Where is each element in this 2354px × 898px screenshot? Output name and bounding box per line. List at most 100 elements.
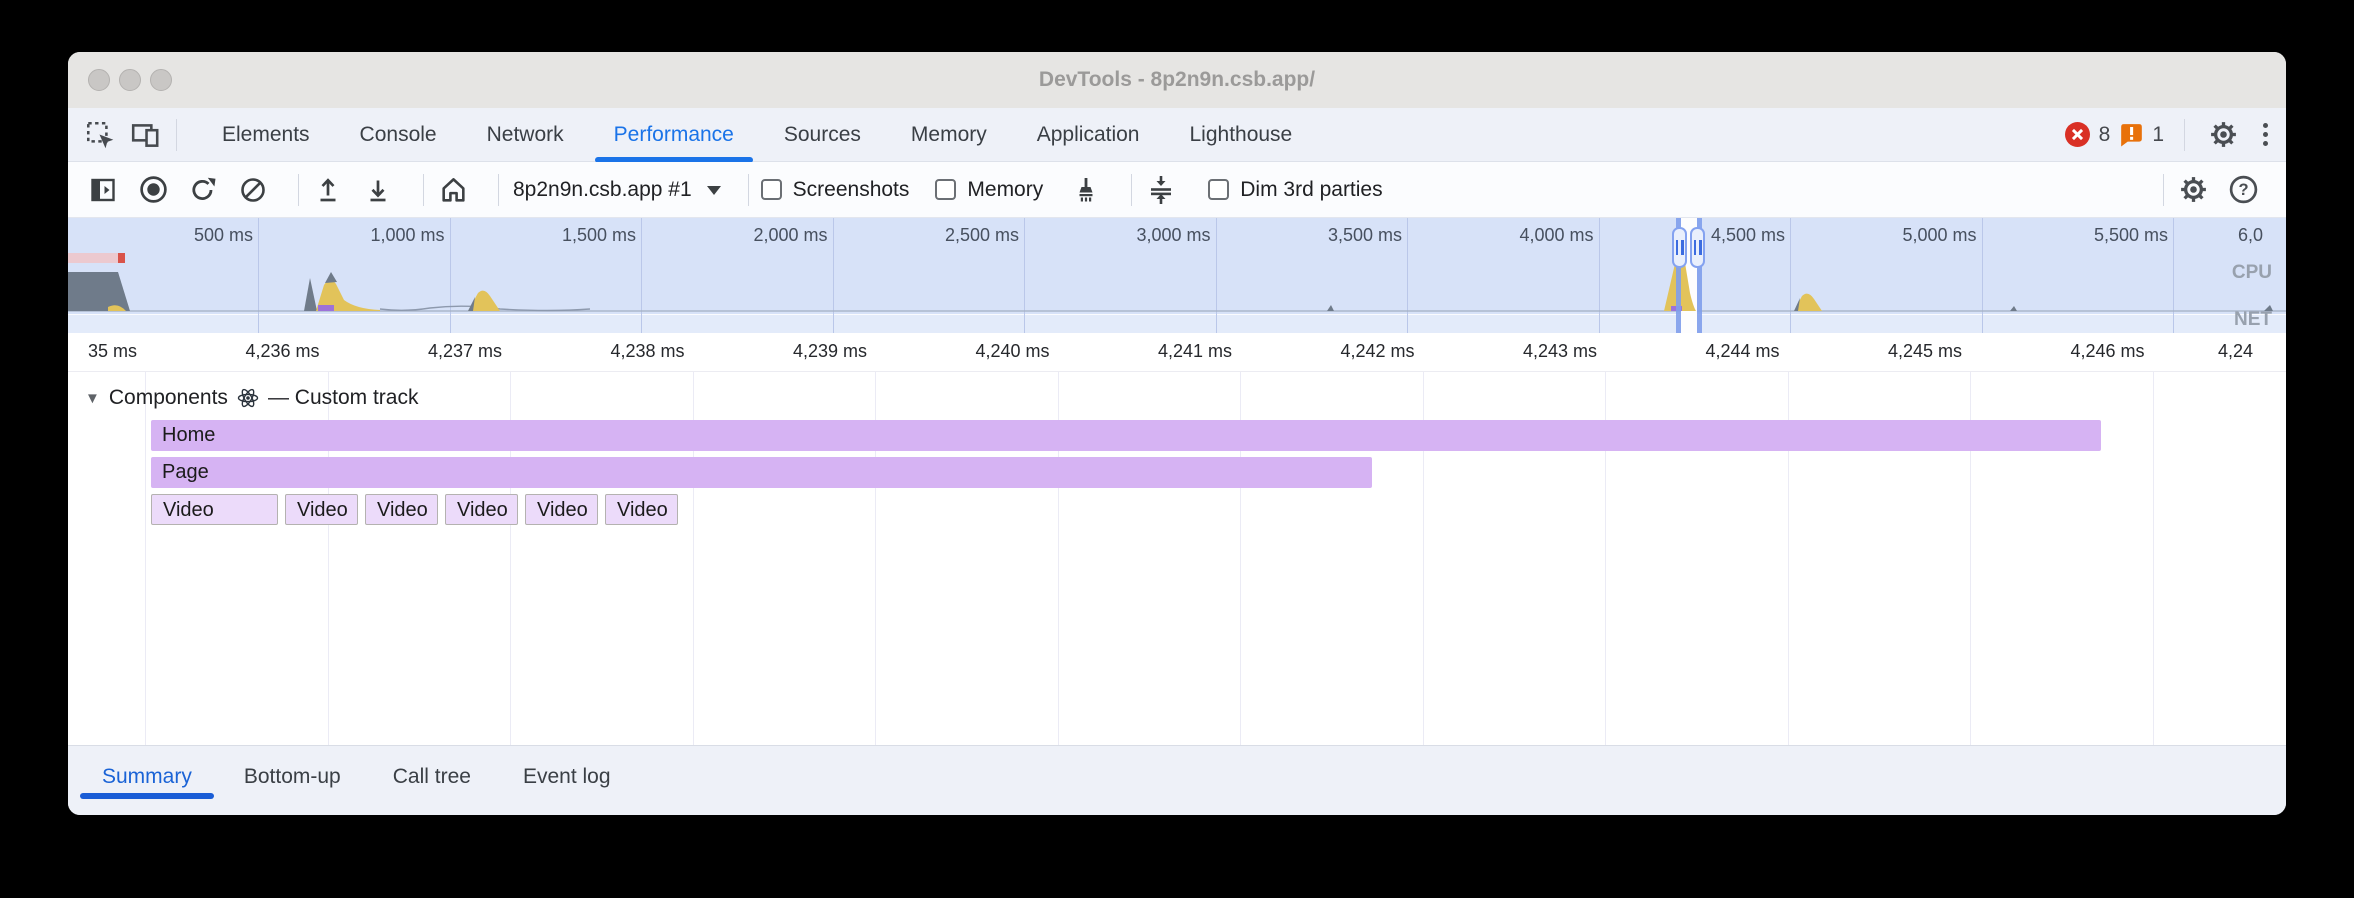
overview-tick-label: 5,500 ms xyxy=(2094,225,2168,246)
settings-gear-icon[interactable] xyxy=(2205,117,2241,153)
overview-gridline xyxy=(450,218,451,333)
divider xyxy=(298,174,299,206)
tab-console[interactable]: Console xyxy=(335,108,462,161)
selection-right-handle[interactable] xyxy=(1690,227,1705,268)
more-options-kebab-icon[interactable] xyxy=(2249,123,2282,146)
overview-gridline xyxy=(1790,218,1791,333)
screenshots-checkbox[interactable] xyxy=(761,179,782,200)
flame-bar[interactable]: Video xyxy=(605,494,678,525)
screenshots-label: Screenshots xyxy=(793,178,910,202)
record-button[interactable] xyxy=(136,173,170,207)
collapse-tracks-icon[interactable] xyxy=(1144,173,1178,207)
ruler-tick-label: 4,243 ms xyxy=(1523,341,1597,362)
target-selector-value: 8p2n9n.csb.app #1 xyxy=(513,178,692,202)
window-title: DevTools - 8p2n9n.csb.app/ xyxy=(68,52,2286,108)
toggle-sidebar-icon[interactable] xyxy=(86,173,120,207)
track-row-page: Page xyxy=(68,457,2286,488)
ruler-tick-label: 35 ms xyxy=(88,341,137,362)
ruler-tick-label: 4,239 ms xyxy=(793,341,867,362)
flame-bar[interactable]: Video xyxy=(445,494,518,525)
overview-tick-label: 3,000 ms xyxy=(1136,225,1210,246)
atom-icon xyxy=(237,387,259,409)
home-icon[interactable] xyxy=(436,173,470,207)
timeline-detail-ruler: 35 ms4,236 ms4,237 ms4,238 ms4,239 ms4,2… xyxy=(68,333,2286,372)
capture-settings-gear-icon[interactable] xyxy=(2176,173,2210,207)
overview-tick-label: 2,500 ms xyxy=(945,225,1019,246)
ruler-tick-label: 4,242 ms xyxy=(1340,341,1414,362)
ruler-tick-label: 4,241 ms xyxy=(1158,341,1232,362)
bottom-tabbar: SummaryBottom-upCall treeEvent log xyxy=(68,745,2286,815)
overview-gridline xyxy=(833,218,834,333)
dim-3rd-parties-checkbox-group[interactable]: Dim 3rd parties xyxy=(1208,178,1382,202)
track-subtitle: — Custom track xyxy=(268,386,419,410)
cpu-lane-label: CPU xyxy=(2232,262,2272,284)
load-profile-icon[interactable] xyxy=(311,173,345,207)
error-icon[interactable] xyxy=(2065,117,2091,153)
reload-and-record-button[interactable] xyxy=(186,173,220,207)
overview-gridline xyxy=(1599,218,1600,333)
expand-triangle-icon[interactable]: ▼ xyxy=(85,390,100,407)
target-selector[interactable]: 8p2n9n.csb.app #1 xyxy=(513,178,722,202)
memory-checkbox[interactable] xyxy=(935,179,956,200)
overview-tick-label: 6,0 xyxy=(2238,225,2263,246)
tab-elements[interactable]: Elements xyxy=(197,108,335,161)
svg-text:?: ? xyxy=(2238,180,2248,199)
bottom-tab-bottom-up[interactable]: Bottom-up xyxy=(218,746,367,807)
flame-bar[interactable]: Home xyxy=(151,420,2101,451)
save-profile-icon[interactable] xyxy=(361,173,395,207)
flame-bar[interactable]: Video xyxy=(151,494,278,525)
tab-memory[interactable]: Memory xyxy=(886,108,1012,161)
ruler-tick-label: 4,237 ms xyxy=(428,341,502,362)
tab-lighthouse[interactable]: Lighthouse xyxy=(1164,108,1317,161)
performance-toolbar: 8p2n9n.csb.app #1 Screenshots Memory xyxy=(68,162,2286,218)
timeline-overview[interactable]: CPU NET 500 ms1,000 ms1,500 ms2,000 ms2,… xyxy=(68,218,2286,333)
flame-bar[interactable]: Video xyxy=(285,494,358,525)
divider xyxy=(498,174,499,206)
chevron-down-icon xyxy=(706,184,722,196)
memory-label: Memory xyxy=(967,178,1043,202)
network-lane xyxy=(68,314,2286,333)
help-icon[interactable]: ? xyxy=(2226,173,2260,207)
overview-tick-label: 5,000 ms xyxy=(1902,225,1976,246)
garbage-collect-brush-icon[interactable] xyxy=(1069,173,1103,207)
overview-gridline xyxy=(641,218,642,333)
selection-left-handle[interactable] xyxy=(1672,227,1687,268)
inspect-element-button[interactable] xyxy=(82,117,118,153)
warning-icon[interactable] xyxy=(2118,117,2144,153)
overview-gridline xyxy=(2173,218,2174,333)
bottom-tabs: SummaryBottom-upCall treeEvent log xyxy=(76,746,637,807)
flame-bar[interactable]: Video xyxy=(525,494,598,525)
screenshots-checkbox-group[interactable]: Screenshots xyxy=(761,178,910,202)
tab-sources[interactable]: Sources xyxy=(759,108,886,161)
flame-bar[interactable]: Video xyxy=(365,494,438,525)
dim-3rd-parties-label: Dim 3rd parties xyxy=(1240,178,1382,202)
titlebar: DevTools - 8p2n9n.csb.app/ xyxy=(68,52,2286,108)
tab-application[interactable]: Application xyxy=(1012,108,1165,161)
memory-checkbox-group[interactable]: Memory xyxy=(935,178,1043,202)
overview-tick-label: 1,000 ms xyxy=(370,225,444,246)
overview-gridline xyxy=(1407,218,1408,333)
overview-gridline xyxy=(1024,218,1025,333)
device-toolbar-button[interactable] xyxy=(128,117,164,153)
divider xyxy=(2184,119,2185,151)
flame-bar[interactable]: Page xyxy=(151,457,1372,488)
track-header[interactable]: ▼ Components — Custom track xyxy=(85,386,418,410)
track-row-home: Home xyxy=(68,420,2286,451)
dim-3rd-parties-checkbox[interactable] xyxy=(1208,179,1229,200)
net-lane-label: NET xyxy=(2234,309,2272,331)
bottom-tab-call-tree[interactable]: Call tree xyxy=(367,746,497,807)
overview-gridline xyxy=(1982,218,1983,333)
divider xyxy=(423,174,424,206)
clear-recording-button[interactable] xyxy=(236,173,270,207)
bottom-tab-event-log[interactable]: Event log xyxy=(497,746,637,807)
tab-performance[interactable]: Performance xyxy=(589,108,759,161)
ruler-tick-label: 4,240 ms xyxy=(975,341,1049,362)
overview-tick-label: 1,500 ms xyxy=(562,225,636,246)
overview-tick-label: 3,500 ms xyxy=(1328,225,1402,246)
flame-chart[interactable]: ▼ Components — Custom track Home Page Vide… xyxy=(68,372,2286,745)
bottom-tab-summary[interactable]: Summary xyxy=(76,746,218,807)
overview-tick-label: 500 ms xyxy=(194,225,253,246)
tab-network[interactable]: Network xyxy=(462,108,589,161)
panel-tabbar: ElementsConsoleNetworkPerformanceSources… xyxy=(68,108,2286,162)
ruler-tick-label: 4,246 ms xyxy=(2070,341,2144,362)
